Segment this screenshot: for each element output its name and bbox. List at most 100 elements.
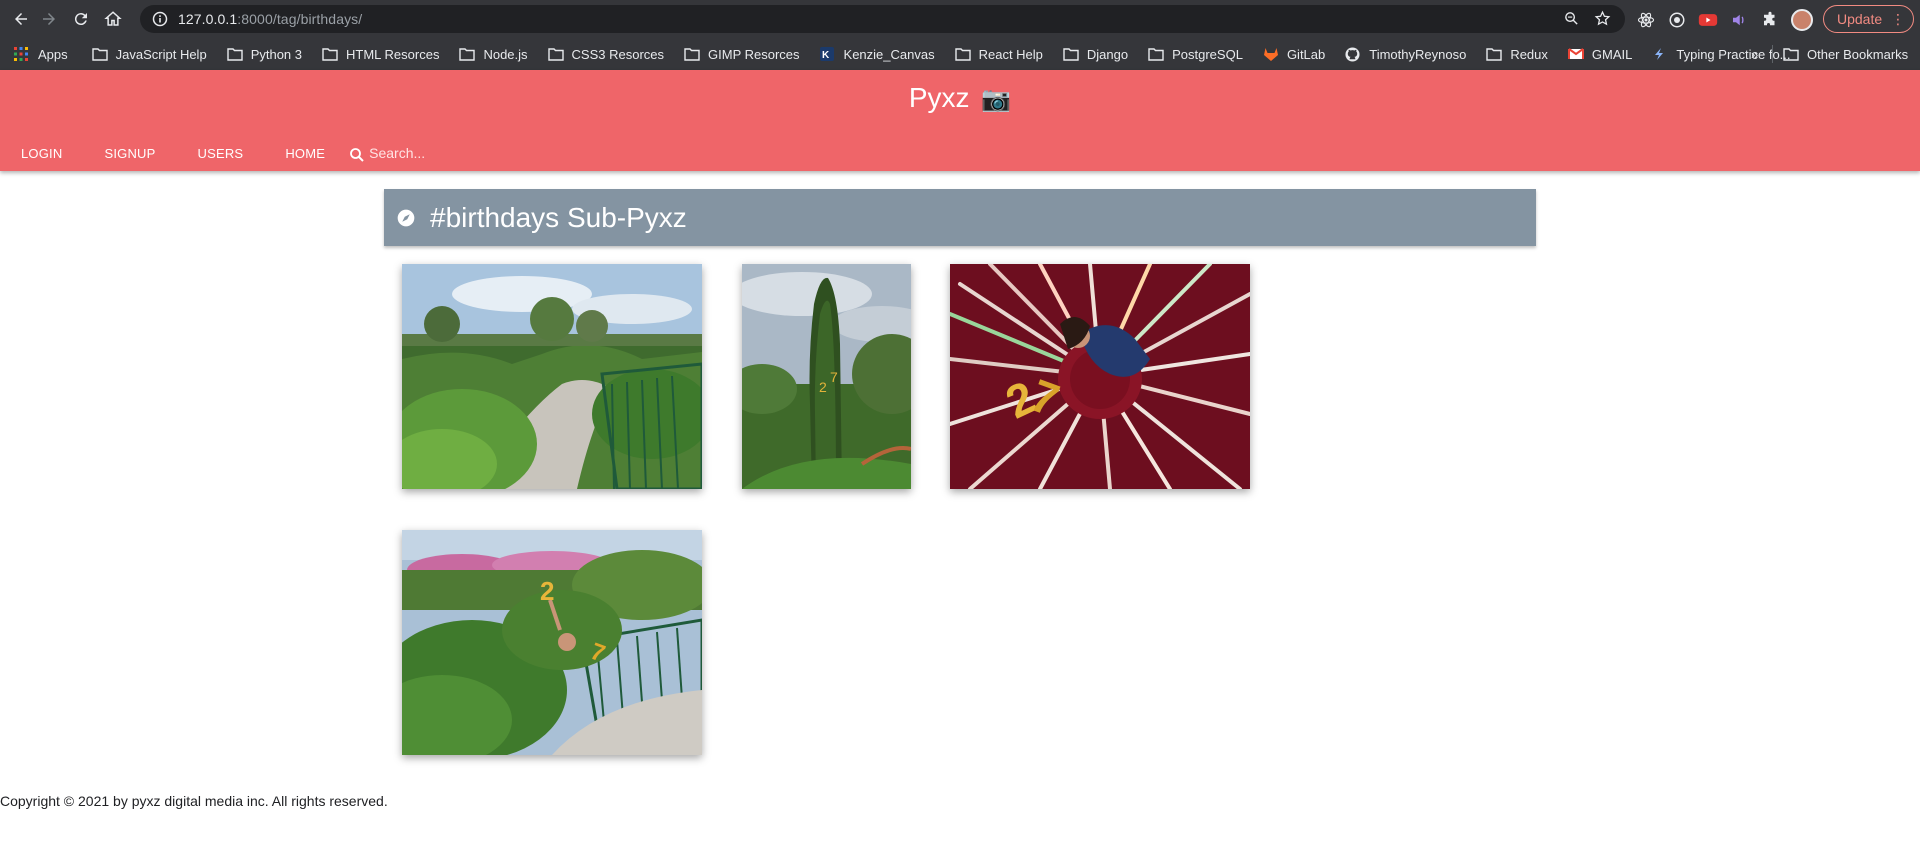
footer-copyright: Copyright © 2021 by pyxz digital media i…	[0, 793, 388, 809]
more-menu-icon[interactable]: ⋮	[1891, 11, 1905, 27]
bookmark-label: CSS3 Resorces	[571, 46, 665, 62]
folder-icon	[1148, 47, 1164, 61]
photo-hedge-balloons[interactable]: 2 7	[402, 530, 702, 755]
nav-users[interactable]: USERS	[177, 146, 265, 161]
other-bookmarks-label: Other Bookmarks	[1807, 46, 1909, 62]
typing-icon	[1652, 47, 1668, 61]
photo-balloons-starburst[interactable]: 2 7	[950, 264, 1250, 489]
browser-toolbar: 127.0.0.1:8000/tag/birthdays/ Update ⋮	[0, 0, 1920, 38]
svg-text:K: K	[822, 50, 830, 61]
target-extension-icon[interactable]	[1667, 10, 1687, 30]
zoom-icon[interactable]	[1563, 10, 1580, 27]
arrow-left-icon	[15, 13, 27, 25]
balloon-number-2: 2	[819, 379, 827, 395]
brand-name: Pyxz	[908, 82, 970, 113]
update-label: Update	[1837, 11, 1883, 27]
youtube-extension-icon[interactable]	[1698, 10, 1718, 30]
reload-icon	[74, 13, 87, 26]
bookmark-css3-resorces[interactable]: CSS3 Resorces	[547, 42, 665, 66]
folder-icon	[1783, 47, 1799, 61]
bookmark-html-resorces[interactable]: HTML Resorces	[322, 42, 439, 66]
url-text[interactable]: 127.0.0.1:8000/tag/birthdays/	[178, 11, 362, 27]
bookmark-redux[interactable]: Redux	[1486, 42, 1548, 66]
bookmark-typing-practice-fo[interactable]: Typing Practice fo...	[1652, 42, 1791, 66]
folder-icon	[1486, 47, 1503, 61]
bookmark-label: React Help	[978, 46, 1043, 62]
bookmark-gitlab[interactable]: GitLab	[1263, 42, 1325, 66]
bookmark-label: Node.js	[483, 46, 528, 62]
page-title: #birthdays Sub-Pyxz	[430, 201, 687, 233]
bookmarks-divider	[1772, 45, 1773, 63]
bookmark-timothyreynoso[interactable]: TimothyReynoso	[1345, 42, 1466, 66]
gmail-icon	[1567, 47, 1584, 61]
url-path: :8000/tag/birthdays/	[237, 11, 363, 27]
site-brand[interactable]: Pyxz 📷	[0, 82, 1920, 114]
url-host: 127.0.0.1	[178, 11, 238, 27]
forward-button[interactable]	[37, 7, 61, 31]
bookmark-label: Redux	[1510, 46, 1548, 62]
folder-icon	[1063, 47, 1079, 61]
bookmark-gmail[interactable]: GMAIL	[1567, 42, 1633, 66]
apps-grid-icon	[14, 47, 30, 61]
site-header: Pyxz 📷 LOGIN SIGNUP USERS HOME	[0, 70, 1920, 171]
search-icon	[350, 148, 364, 162]
bookmark-label: Kenzie_Canvas	[843, 46, 935, 62]
gitlab-icon	[1263, 47, 1279, 61]
nav-signup[interactable]: SIGNUP	[83, 146, 176, 161]
folder-icon	[547, 47, 564, 61]
tag-banner: #birthdays Sub-Pyxz	[384, 189, 1536, 246]
arrow-right-icon	[43, 13, 55, 25]
bookmark-react-help[interactable]: React Help	[954, 42, 1043, 66]
update-button[interactable]: Update ⋮	[1823, 5, 1914, 33]
bookmarks-bar: Apps JavaScript Help Python 3 HTML Resorces…	[0, 38, 1920, 70]
nav-home[interactable]: HOME	[264, 146, 346, 161]
github-icon	[1345, 46, 1361, 62]
bookmarks-overflow-button[interactable]: »	[1751, 42, 1758, 66]
bookmark-label: Typing Practice fo...	[1676, 46, 1791, 62]
profile-avatar[interactable]	[1791, 9, 1813, 31]
bookmark-label: GIMP Resorces	[708, 46, 800, 62]
home-button[interactable]	[101, 7, 125, 31]
bookmark-postgresql[interactable]: PostgreSQL	[1148, 42, 1243, 66]
reload-button[interactable]	[69, 7, 93, 31]
back-button[interactable]	[9, 7, 33, 31]
bookmark-kenzie-canvas[interactable]: K Kenzie_Canvas	[819, 42, 935, 66]
bookmark-label: Django	[1086, 46, 1129, 62]
bookmark-label: GMAIL	[1591, 46, 1633, 62]
folder-icon	[954, 47, 971, 61]
folder-icon	[684, 47, 700, 61]
balloon-number-2: 2	[540, 576, 554, 606]
bookmark-label: GitLab	[1286, 46, 1326, 62]
volume-extension-icon[interactable]	[1729, 10, 1749, 30]
bookmark-label: PostgreSQL	[1172, 46, 1243, 62]
address-bar[interactable]: 127.0.0.1:8000/tag/birthdays/	[140, 5, 1625, 33]
nav-login[interactable]: LOGIN	[0, 146, 83, 161]
folder-icon	[459, 47, 476, 61]
star-icon[interactable]	[1594, 10, 1611, 27]
site-search	[348, 142, 570, 164]
kenzie-icon: K	[819, 47, 836, 61]
folder-icon	[322, 47, 338, 61]
site-nav: LOGIN SIGNUP USERS HOME	[0, 142, 570, 164]
folder-icon	[91, 47, 108, 61]
bookmark-django[interactable]: Django	[1063, 42, 1128, 66]
chevron-double-right-icon: »	[1751, 46, 1759, 62]
bookmark-label: Apps	[38, 46, 68, 62]
search-input[interactable]	[369, 145, 570, 161]
camera-icon: 📷	[981, 86, 1012, 113]
bookmark-node-js[interactable]: Node.js	[459, 42, 528, 66]
photo-topiary-tree[interactable]: 2 7	[742, 264, 911, 489]
bookmark-label: HTML Resorces	[346, 46, 440, 62]
photo-garden-hedge-maze[interactable]	[402, 264, 702, 489]
folder-icon	[226, 47, 243, 61]
react-devtools-icon[interactable]	[1636, 10, 1656, 30]
compass-icon	[397, 209, 415, 226]
bookmark-label: Python 3	[250, 46, 303, 62]
other-bookmarks[interactable]: Other Bookmarks	[1783, 42, 1908, 66]
puzzle-extensions-icon[interactable]	[1760, 10, 1780, 30]
bookmark-python-3[interactable]: Python 3	[226, 42, 303, 66]
home-icon	[104, 11, 122, 26]
bookmark-javascript-help[interactable]: JavaScript Help	[91, 42, 207, 66]
bookmark-apps[interactable]: Apps	[14, 42, 68, 66]
bookmark-gimp-resorces[interactable]: GIMP Resorces	[684, 42, 800, 66]
